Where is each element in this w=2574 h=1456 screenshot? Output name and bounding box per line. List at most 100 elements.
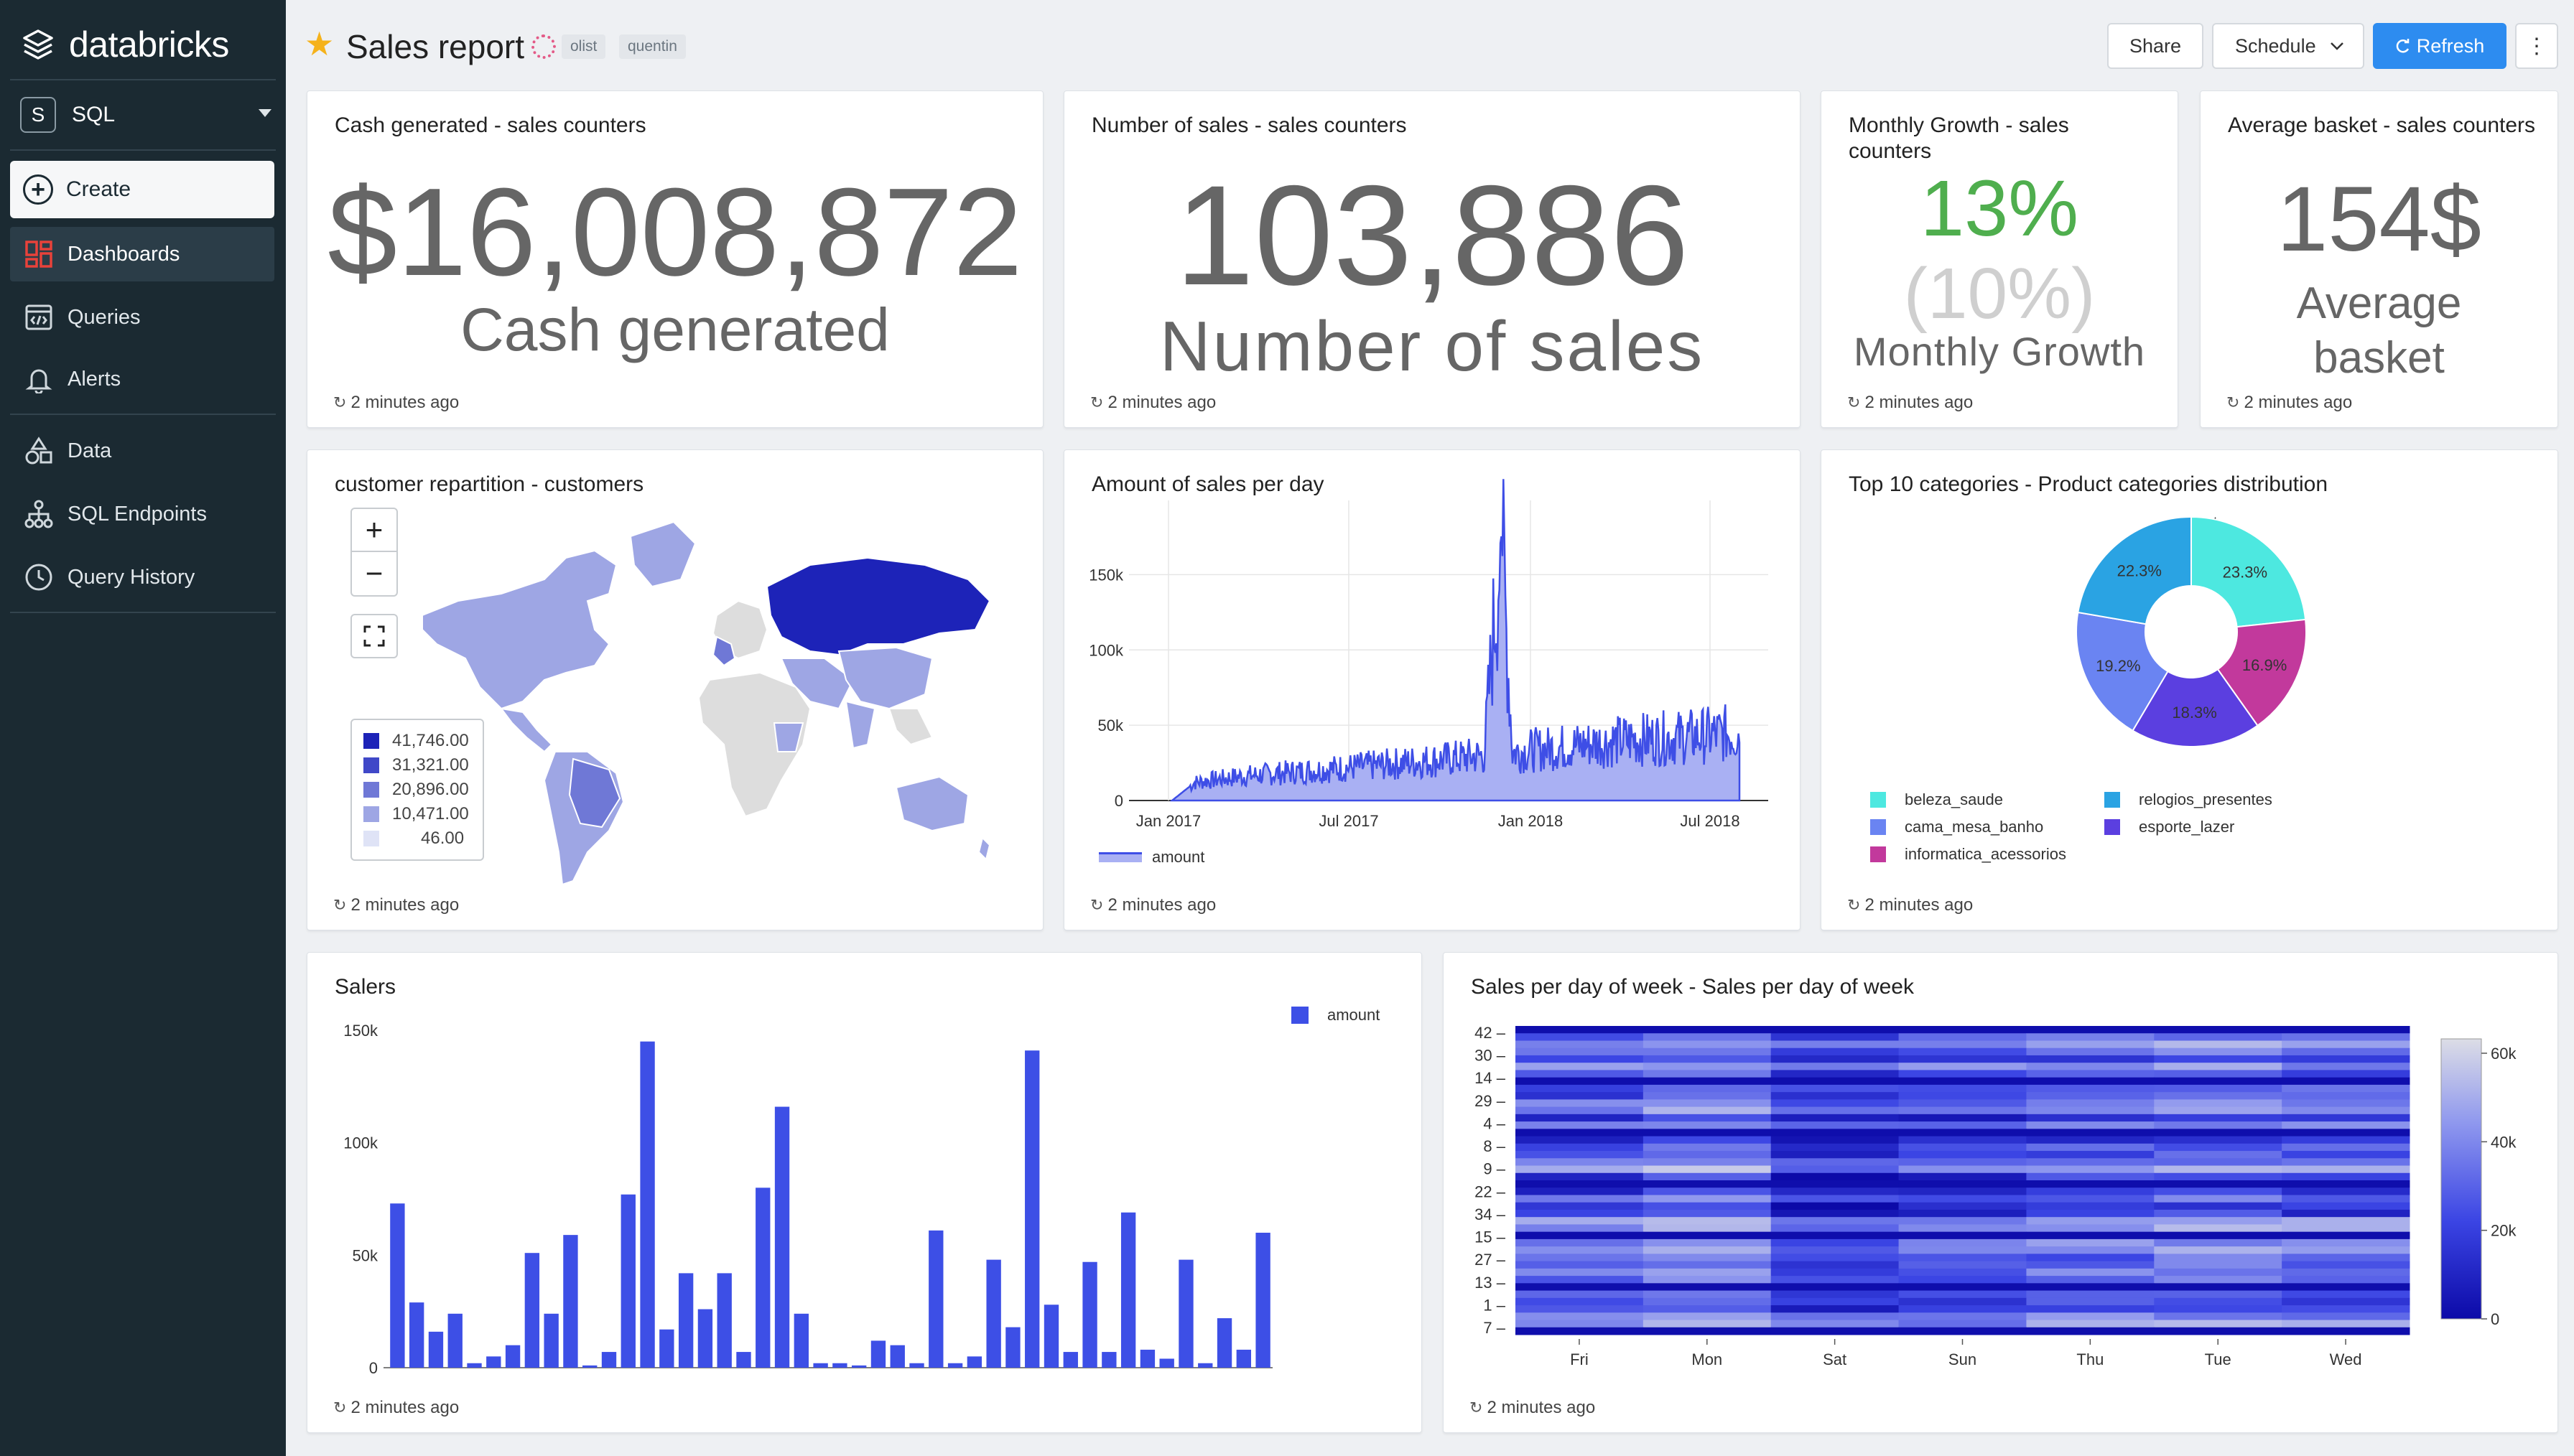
counter-target: (10%) (1903, 253, 2096, 334)
legend-item[interactable]: beleza_saude (1870, 790, 2003, 809)
workspace-label: SQL (72, 103, 116, 126)
heatmap-cell (1898, 1327, 2027, 1335)
heatmap-cell (1515, 1084, 1644, 1093)
salers-bar-chart[interactable]: 0 50k 100k 150k (307, 953, 1423, 1434)
heatmap-cell (2154, 1099, 2282, 1108)
heatmap-cell (2026, 1327, 2155, 1335)
heatmap-cell (2026, 1092, 2155, 1100)
tag-quentin[interactable]: quentin (619, 34, 686, 59)
bar (909, 1363, 924, 1368)
heatmap-cell (1770, 1195, 1900, 1203)
heatmap-cell (1770, 1276, 1900, 1284)
nav-sql-endpoints[interactable]: SQL Endpoints (10, 487, 274, 541)
heatmap-cell (1770, 1143, 1900, 1152)
heatmap-cell (2282, 1320, 2410, 1328)
x-tick-label: Jul 2017 (1319, 812, 1378, 830)
heatmap-cell (1770, 1033, 1900, 1041)
nav-label: Query History (68, 565, 195, 589)
heatmap-cell (1643, 1033, 1772, 1041)
map-region-australia (895, 775, 970, 832)
heatmap-cell (2154, 1143, 2282, 1152)
y-tick-label: 0 (369, 1359, 378, 1377)
heatmap-cell (2282, 1106, 2410, 1115)
nav-alerts[interactable]: Alerts (10, 352, 274, 406)
heatmap-cell (2154, 1136, 2282, 1144)
heatmap-cell (2026, 1099, 2155, 1108)
heatmap-cell (1643, 1158, 1772, 1167)
heatmap-cell (1898, 1055, 2027, 1063)
heatmap-cell (2154, 1070, 2282, 1078)
weekday-heatmap[interactable]: 42 – 30 – 14 – 29 – 4 – 8 – 9 – 22 – 34 – 15 – 27 … (1444, 953, 2559, 1434)
heatmap-cell (1515, 1187, 1644, 1195)
heatmap-cell (2154, 1077, 2282, 1086)
y-tick-label: 1 – (1483, 1296, 1505, 1314)
legend-item[interactable]: relogios_presentes (2104, 790, 2272, 809)
heatmap-cell (1898, 1129, 2027, 1137)
zoom-out-button[interactable]: − (352, 552, 396, 595)
updated-time: 2 minutes ago (1864, 895, 1974, 915)
share-button[interactable]: Share (2107, 23, 2203, 69)
tag-olist[interactable]: olist (562, 34, 606, 59)
x-tick-label: Fri (1570, 1350, 1589, 1368)
heatmap-cell (2282, 1231, 2410, 1240)
heatmap-cell (1770, 1180, 1900, 1188)
heatmap-cell (2154, 1290, 2282, 1299)
map-region-greenland (629, 521, 697, 588)
chevron-down-icon (259, 109, 271, 117)
legend-swatch (363, 806, 379, 822)
heatmap-cell (2154, 1165, 2282, 1174)
refresh-button[interactable]: Refresh (2373, 23, 2506, 69)
heatmap-cell (2154, 1320, 2282, 1328)
map-region-india (845, 700, 876, 750)
bell-icon (23, 363, 55, 395)
map-widget: customer repartition - customers + − 41,… (307, 449, 1044, 930)
heatmap-cell (1515, 1092, 1644, 1100)
nav-queries[interactable]: Queries (10, 290, 274, 345)
colorbar (2440, 1038, 2482, 1320)
heatmap-cell (2282, 1063, 2410, 1070)
zoom-in-button[interactable]: + (352, 509, 396, 552)
fullscreen-button[interactable] (350, 614, 398, 658)
heatmap-cell (2154, 1312, 2282, 1321)
weekday-heatmap-widget: Sales per day of week - Sales per day of… (1443, 952, 2558, 1433)
bar (756, 1187, 771, 1368)
legend-item[interactable]: esporte_lazer (2104, 818, 2234, 836)
databricks-logo[interactable]: databricks (20, 22, 229, 67)
legend-item[interactable]: cama_mesa_banho (1870, 818, 2043, 836)
nav-query-history[interactable]: Query History (10, 550, 274, 605)
widget-footer: ↻ 2 minutes ago (333, 393, 459, 413)
legend-item: 20,896.00 (363, 778, 471, 802)
heatmap-cell (2026, 1158, 2155, 1167)
star-icon[interactable]: ★ (305, 27, 334, 60)
heatmap-cell (2154, 1172, 2282, 1181)
heatmap-cell (1515, 1305, 1644, 1313)
heatmap-cell (1515, 1327, 1644, 1335)
heatmap-cell (1515, 1217, 1644, 1225)
heatmap-cell (1515, 1246, 1644, 1254)
counter-label: Monthly Growth (1853, 329, 2146, 374)
heatmap-cell (1770, 1026, 1900, 1034)
legend-item[interactable]: informatica_acessorios (1870, 845, 2066, 864)
schedule-button[interactable]: Schedule (2212, 23, 2364, 69)
heatmap-cell (2282, 1026, 2410, 1034)
nav-dashboards[interactable]: Dashboards (10, 227, 274, 281)
heatmap-cell (1515, 1290, 1644, 1299)
heatmap-cell (1643, 1276, 1772, 1284)
y-tick-label: 13 – (1474, 1274, 1506, 1292)
y-tick-label: 9 – (1483, 1160, 1505, 1178)
nav-data[interactable]: Data (10, 424, 274, 478)
heatmap-cell (2026, 1172, 2155, 1181)
heatmap-cell (2026, 1254, 2155, 1262)
heatmap-cell (1515, 1320, 1644, 1328)
create-button[interactable]: + Create (10, 161, 274, 218)
workspace-switcher[interactable]: S SQL (20, 93, 271, 136)
heatmap-cell (1898, 1297, 2027, 1306)
y-tick-label: 34 – (1474, 1205, 1506, 1223)
widget-footer: ↻ 2 minutes ago (1090, 393, 1216, 413)
slice-label: 19.2% (2096, 657, 2140, 675)
counter-label: Number of sales (1159, 307, 1705, 386)
heatmap-cell (2282, 1217, 2410, 1225)
heatmap-cell (2154, 1224, 2282, 1233)
more-options-button[interactable]: ⋮ (2515, 23, 2558, 69)
heatmap-cell (1643, 1121, 1772, 1129)
